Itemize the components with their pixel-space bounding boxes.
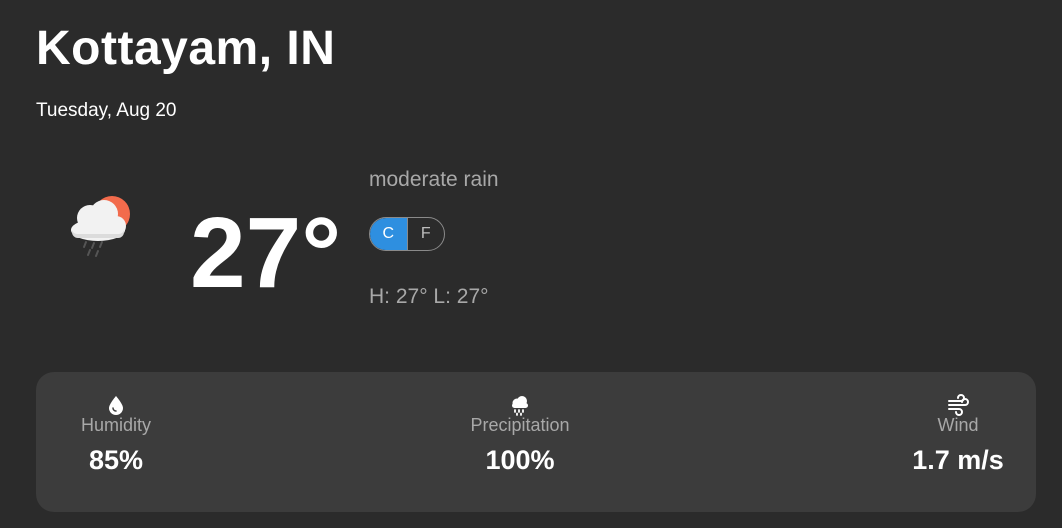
stats-card: Humidity 85% Precipitation 100% Wind 1.7… — [36, 372, 1036, 512]
wind-label: Wind — [937, 415, 979, 435]
wind-value: 1.7 m/s — [912, 445, 1004, 475]
condition-text: moderate rain — [369, 168, 499, 191]
city-title: Kottayam, IN — [36, 22, 336, 75]
humidity-value: 85% — [88, 445, 144, 475]
wind-stat: Wind 1.7 m/s — [898, 394, 1018, 476]
celsius-button[interactable]: C — [370, 218, 407, 250]
precipitation-label: Precipitation — [470, 415, 570, 435]
precipitation-stat: Precipitation 100% — [460, 394, 580, 476]
current-temperature: 27° — [190, 197, 342, 309]
precipitation-value: 100% — [485, 445, 555, 475]
weather-app: Kottayam, IN Tuesday, Aug 20 27° moderat… — [0, 0, 1062, 528]
unit-toggle: C F — [369, 217, 445, 251]
humidity-label: Humidity — [80, 415, 151, 435]
high-low-temperature: H: 27° L: 27° — [369, 285, 489, 308]
rain-cloud-sun-icon — [71, 196, 130, 257]
date-label: Tuesday, Aug 20 — [36, 100, 177, 121]
rain-cloud-icon — [512, 396, 528, 416]
humidity-stat: Humidity 85% — [56, 394, 176, 476]
wind-icon — [948, 394, 969, 416]
fahrenheit-button[interactable]: F — [406, 218, 445, 250]
water-drop-icon — [109, 396, 123, 415]
